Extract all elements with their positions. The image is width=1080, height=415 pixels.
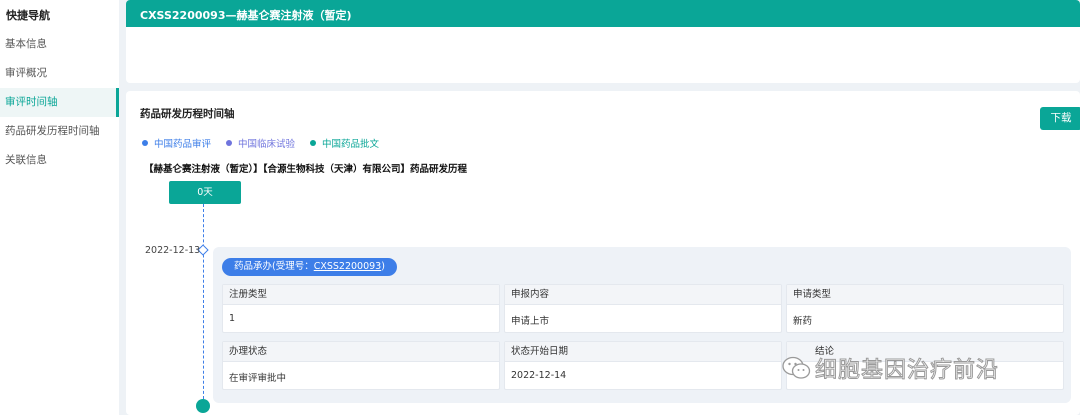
legend-label: 中国药品批文: [322, 139, 380, 150]
sidebar-item-related-info[interactable]: 关联信息: [0, 146, 119, 175]
field-application-type: 申请类型 新药: [786, 284, 1064, 333]
timeline-date: 2022-12-13: [145, 245, 201, 256]
field-value: 1: [229, 313, 236, 324]
field-value: 在审评审批中: [229, 373, 287, 384]
field-label: 状态开始日期: [505, 342, 781, 362]
field-label: 办理状态: [223, 342, 499, 362]
page-title: CXSS2200093—赫基仑赛注射液（暂定): [140, 9, 352, 22]
section-title: 药品研发历程时间轴: [140, 108, 235, 120]
timeline-legend: 中国药品审评 中国临床试验 中国药品批文: [142, 136, 394, 150]
field-value: 申请上市: [511, 316, 550, 327]
header-panel: CXSS2200093—赫基仑赛注射液（暂定): [126, 0, 1080, 83]
legend-dot-icon: [310, 140, 317, 146]
watermark: 细胞基因治疗前沿: [781, 352, 999, 384]
wechat-icon: [782, 356, 811, 379]
field-status-start-date: 状态开始日期 2022-12-14: [504, 341, 782, 390]
event-badge: 药品承办(受理号：CXSS2200093): [222, 258, 397, 276]
field-registration-type: 注册类型 1: [222, 284, 500, 333]
sidebar-item-rd-timeline[interactable]: 药品研发历程时间轴: [0, 117, 119, 146]
legend-dot-icon: [142, 140, 148, 146]
field-processing-status: 办理状态 在审评审批中: [222, 341, 500, 390]
field-value: 新药: [793, 316, 813, 327]
quick-nav-sidebar: 快捷导航 基本信息 审评概况 审评时间轴 药品研发历程时间轴 关联信息: [0, 0, 119, 415]
field-label: 申报内容: [505, 285, 781, 305]
legend-label: 中国药品审评: [154, 139, 212, 150]
field-application-content: 申报内容 申请上市: [504, 284, 782, 333]
legend-dot-icon: [226, 140, 233, 146]
legend-label: 中国临床试验: [238, 139, 296, 150]
quick-nav-title: 快捷导航: [6, 9, 50, 22]
timeline-end-dot-icon: [196, 399, 210, 413]
download-button[interactable]: 下载: [1040, 107, 1080, 130]
field-label: 申请类型: [787, 285, 1063, 305]
legend-item-drug-review[interactable]: 中国药品审评: [142, 136, 211, 150]
field-value: 2022-12-14: [511, 370, 567, 381]
duration-box: 0天: [169, 181, 241, 204]
header-bar: CXSS2200093—赫基仑赛注射液（暂定): [126, 0, 1080, 27]
legend-item-clinical-trial[interactable]: 中国临床试验: [226, 136, 295, 150]
watermark-text: 细胞基因治疗前沿: [814, 358, 1000, 384]
legend-item-drug-approval[interactable]: 中国药品批文: [310, 136, 379, 150]
acceptance-number-link[interactable]: CXSS2200093: [314, 261, 382, 272]
field-label: 注册类型: [223, 285, 499, 305]
history-title: 【赫基仑赛注射液（暂定）】【合源生物科技（天津）有限公司】药品研发历程: [144, 164, 468, 175]
sidebar-item-review-overview[interactable]: 审评概况: [0, 59, 119, 88]
badge-prefix: 药品承办(受理号：: [234, 261, 314, 272]
sidebar-item-basic-info[interactable]: 基本信息: [0, 30, 119, 59]
timeline-line: [203, 204, 204, 404]
badge-suffix: ): [381, 261, 385, 272]
sidebar-item-review-timeline[interactable]: 审评时间轴: [0, 88, 119, 117]
